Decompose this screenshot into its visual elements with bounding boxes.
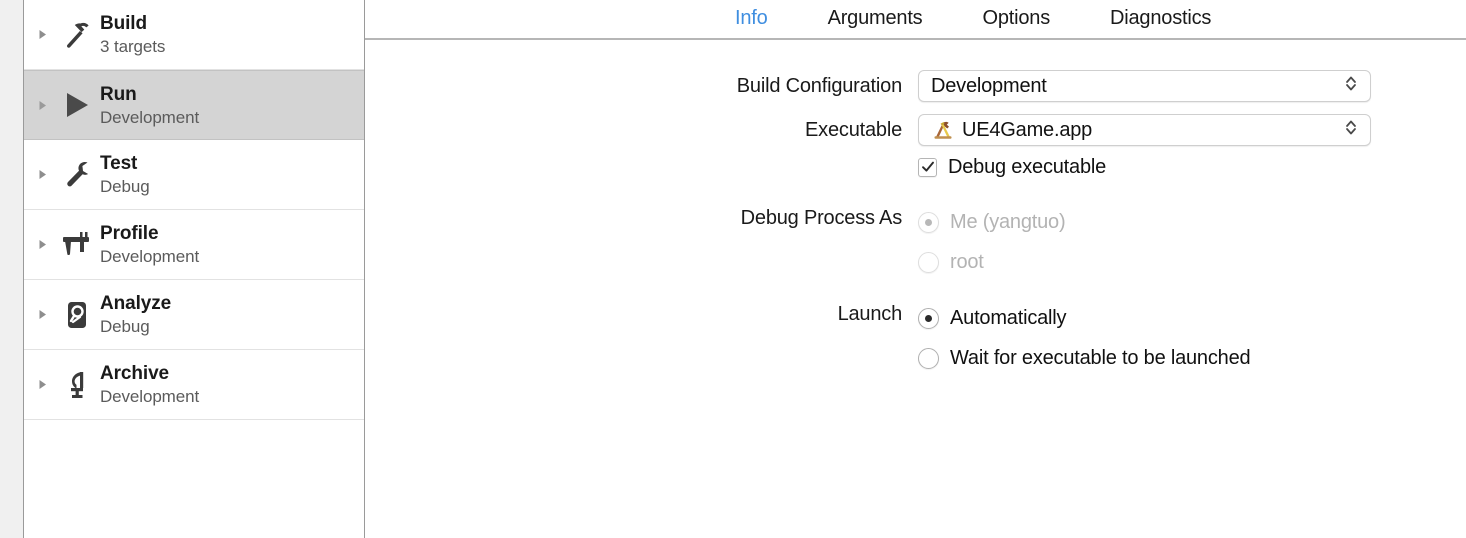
launch-row: Launch Automatically Wait for executable…	[365, 298, 1466, 378]
xcode-app-icon	[931, 119, 955, 141]
tab-options[interactable]: Options	[982, 7, 1050, 30]
debug-executable-checkbox[interactable]	[918, 157, 937, 177]
tab-info[interactable]: Info	[735, 7, 768, 30]
sidebar-item-profile-text: Profile Development	[100, 224, 199, 265]
radio-root	[918, 251, 939, 273]
calipers-icon	[54, 230, 100, 260]
sidebar-item-profile-title: Profile	[100, 223, 159, 244]
sidebar-item-build-text: Build 3 targets	[100, 14, 165, 55]
debug-process-as-option-root: root	[918, 242, 1466, 282]
executable-value: UE4Game.app	[962, 118, 1093, 141]
debug-process-as-option-me-label: Me (yangtuo)	[950, 210, 1066, 233]
sidebar-item-build-title: Build	[100, 13, 147, 34]
debug-process-as-radio-group: Me (yangtuo) root	[918, 202, 1466, 282]
chevron-up-down-icon[interactable]	[1344, 74, 1358, 99]
radio-me	[918, 211, 939, 233]
executable-row: Executable UE4Game.app Debug executable	[365, 114, 1466, 182]
play-icon	[54, 89, 100, 121]
debug-process-as-option-me: Me (yangtuo)	[918, 202, 1466, 242]
tab-list: Info Arguments Options Diagnostics	[735, 0, 1211, 36]
clamp-icon	[54, 369, 100, 401]
build-configuration-value: Development	[931, 74, 1047, 97]
scheme-actions-sidebar: Build 3 targets Run Development Test Deb…	[24, 0, 365, 538]
radio-dot-icon	[925, 218, 932, 226]
debug-process-as-label: Debug Process As	[740, 207, 903, 229]
debug-process-as-option-root-label: root	[950, 250, 984, 273]
launch-option-automatically-label: Automatically	[950, 306, 1067, 329]
sidebar-item-profile[interactable]: Profile Development	[24, 210, 364, 280]
debug-process-as-field: Me (yangtuo) root	[918, 202, 1466, 282]
sidebar-item-archive[interactable]: Archive Development	[24, 350, 364, 420]
sidebar-item-build[interactable]: Build 3 targets	[24, 0, 364, 70]
disclosure-triangle-build[interactable]	[24, 28, 54, 41]
executable-label: Executable	[805, 119, 902, 141]
sidebar-item-analyze-text: Analyze Debug	[100, 294, 171, 335]
launch-field: Automatically Wait for executable to be …	[918, 298, 1466, 378]
debug-executable-label: Debug executable	[948, 155, 1107, 178]
radio-automatically[interactable]	[918, 307, 939, 329]
executable-popup[interactable]: UE4Game.app	[918, 114, 1371, 146]
sidebar-item-run-text: Run Development	[100, 85, 199, 126]
sidebar-item-test-title: Test	[100, 153, 138, 174]
sidebar-item-test-text: Test Debug	[100, 154, 150, 195]
sidebar-item-test-subtitle: Debug	[100, 177, 150, 196]
sidebar-item-profile-subtitle: Development	[100, 247, 200, 266]
launch-option-wait[interactable]: Wait for executable to be launched	[918, 338, 1466, 378]
launch-label: Launch	[837, 303, 903, 325]
radio-dot-icon	[925, 314, 932, 322]
sidebar-item-archive-title: Archive	[100, 363, 170, 384]
build-configuration-popup[interactable]: Development	[918, 70, 1371, 102]
launch-option-automatically[interactable]: Automatically	[918, 298, 1466, 338]
build-configuration-field: Development	[918, 70, 1466, 102]
checkmark-icon	[921, 161, 934, 172]
sidebar-item-analyze[interactable]: Analyze Debug	[24, 280, 364, 350]
sidebar-item-run[interactable]: Run Development	[24, 70, 364, 140]
sidebar-item-analyze-subtitle: Debug	[100, 317, 150, 336]
chevron-up-down-icon[interactable]	[1344, 118, 1358, 143]
tab-bar: Info Arguments Options Diagnostics	[365, 0, 1466, 40]
info-form: Build Configuration Development Executab…	[365, 40, 1466, 378]
sidebar-item-test[interactable]: Test Debug	[24, 140, 364, 210]
scheme-editor-window: Build 3 targets Run Development Test Deb…	[0, 0, 1466, 538]
tab-arguments[interactable]: Arguments	[828, 7, 923, 30]
launch-radio-group: Automatically Wait for executable to be …	[918, 298, 1466, 378]
sidebar-item-archive-text: Archive Development	[100, 364, 199, 405]
debug-executable-row: Debug executable	[918, 152, 1466, 182]
build-configuration-label: Build Configuration	[736, 75, 902, 97]
disclosure-triangle-run[interactable]	[24, 99, 54, 112]
sidebar-item-run-subtitle: Development	[100, 107, 200, 127]
wrench-icon	[54, 159, 100, 191]
detail-pane: Info Arguments Options Diagnostics Build…	[365, 0, 1466, 538]
analyze-icon	[54, 299, 100, 331]
sidebar-item-build-subtitle: 3 targets	[100, 37, 166, 56]
disclosure-triangle-profile[interactable]	[24, 238, 54, 251]
tab-diagnostics[interactable]: Diagnostics	[1110, 7, 1211, 30]
executable-field: UE4Game.app Debug executable	[918, 114, 1466, 182]
disclosure-triangle-analyze[interactable]	[24, 308, 54, 321]
build-configuration-row: Build Configuration Development	[365, 70, 1466, 102]
sidebar-item-archive-subtitle: Development	[100, 387, 200, 406]
radio-wait-for-executable[interactable]	[918, 347, 939, 369]
disclosure-triangle-archive[interactable]	[24, 378, 54, 391]
left-gutter	[0, 0, 24, 538]
sidebar-item-analyze-title: Analyze	[100, 293, 172, 314]
debug-process-as-row: Debug Process As Me (yangtuo) root	[365, 202, 1466, 282]
sidebar-item-run-title: Run	[100, 83, 137, 105]
disclosure-triangle-test[interactable]	[24, 168, 54, 181]
launch-option-wait-label: Wait for executable to be launched	[950, 346, 1251, 369]
hammer-icon	[54, 20, 100, 50]
